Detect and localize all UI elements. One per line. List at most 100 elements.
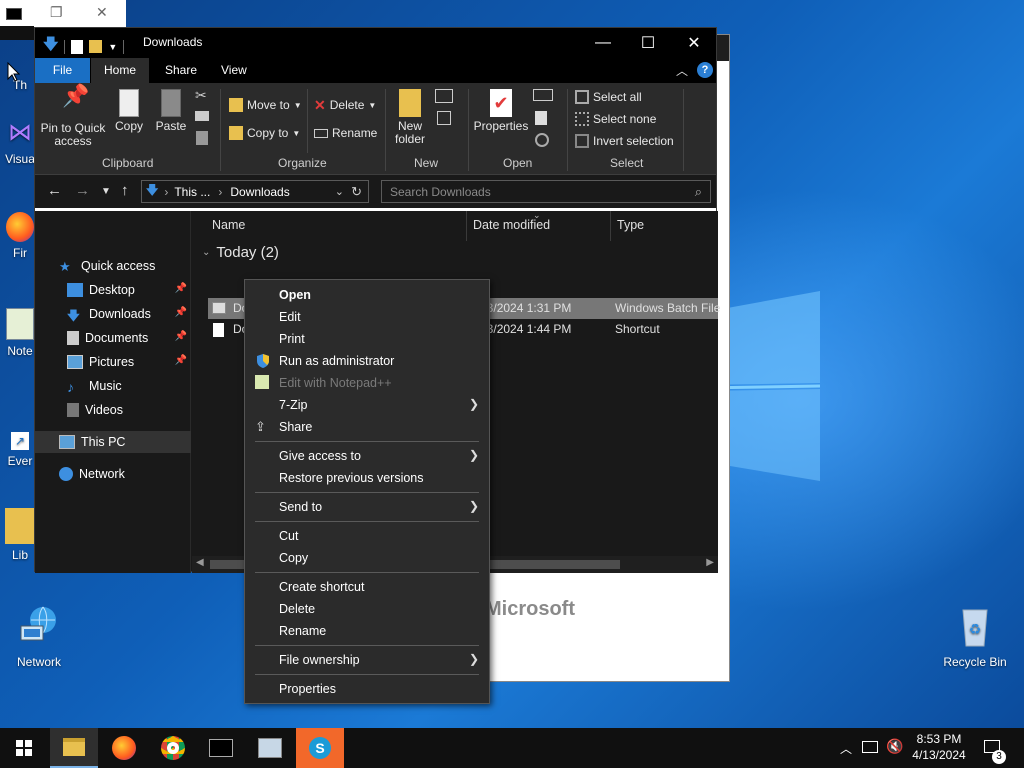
menu-item-give-access-to[interactable]: Give access to ❯ bbox=[245, 445, 489, 467]
qat-separator bbox=[64, 39, 66, 54]
select-none-button[interactable]: Select none bbox=[575, 109, 656, 129]
menu-item-rename[interactable]: Rename bbox=[245, 620, 489, 642]
copy-button[interactable]: Copy bbox=[111, 89, 147, 133]
menu-item-run-as-administrator[interactable]: Run as administrator bbox=[245, 350, 489, 372]
start-button[interactable] bbox=[0, 728, 48, 768]
new-folder-icon[interactable] bbox=[89, 40, 103, 53]
menu-item-properties[interactable]: Properties bbox=[245, 678, 489, 700]
paste-button[interactable]: Paste bbox=[153, 89, 189, 133]
restore-icon[interactable]: ❐ bbox=[50, 4, 63, 21]
copy-to-button[interactable]: Copy to ▼ bbox=[229, 123, 300, 143]
action-center-button[interactable]: 3 bbox=[980, 728, 1024, 768]
nav-desktop[interactable]: Desktop 📌 bbox=[35, 279, 191, 301]
menu-item-edit[interactable]: Edit bbox=[245, 306, 489, 328]
tab-view[interactable]: View bbox=[209, 58, 259, 83]
properties-button[interactable]: ✔ Properties bbox=[473, 89, 529, 133]
menu-item-print[interactable]: Print bbox=[245, 328, 489, 350]
collapse-ribbon-icon[interactable]: ︿ bbox=[676, 62, 688, 79]
pin-to-quick-access-button[interactable]: 📌 Pin to Quick access bbox=[39, 85, 107, 148]
back-arrow-icon[interactable]: ← bbox=[47, 182, 62, 199]
close-icon[interactable]: ✕ bbox=[96, 4, 108, 21]
group-header-today[interactable]: ⌄ Today (2) bbox=[202, 244, 279, 261]
new-folder-button[interactable]: New folder bbox=[391, 89, 429, 146]
nav-downloads[interactable]: 🡇 Downloads 📌 bbox=[35, 303, 191, 325]
network-tray-icon[interactable] bbox=[862, 741, 878, 753]
help-icon[interactable]: ? bbox=[697, 62, 713, 78]
properties-check-icon[interactable] bbox=[71, 39, 84, 54]
desktop-icon-recycle-bin[interactable]: ♻ Recycle Bin bbox=[940, 604, 1010, 669]
show-hidden-icons-chevron-icon[interactable]: ︿ bbox=[840, 740, 852, 757]
menu-item-cut[interactable]: Cut bbox=[245, 525, 489, 547]
copy-path-icon[interactable] bbox=[195, 111, 209, 121]
up-arrow-icon[interactable]: ↑ bbox=[121, 182, 129, 199]
nav-network[interactable]: Network bbox=[35, 463, 191, 485]
nav-music[interactable]: ♪ Music bbox=[35, 375, 191, 397]
nav-this-pc[interactable]: This PC bbox=[35, 431, 191, 453]
delete-button[interactable]: ✕ Delete ▼ bbox=[314, 95, 376, 115]
paste-shortcut-icon[interactable] bbox=[196, 131, 208, 145]
forward-arrow-icon[interactable]: → bbox=[75, 182, 90, 199]
breadcrumb-downloads[interactable]: Downloads bbox=[230, 185, 289, 199]
edit-icon[interactable] bbox=[535, 111, 547, 125]
menu-item-edit-with-notepad-plus-plus[interactable]: Edit with Notepad++ bbox=[245, 372, 489, 394]
nav-videos[interactable]: Videos bbox=[35, 399, 191, 421]
menu-item-7-zip[interactable]: 7-Zip ❯ bbox=[245, 394, 489, 416]
tab-home[interactable]: Home bbox=[91, 58, 149, 83]
ribbon-separator-organize bbox=[307, 89, 308, 153]
taskbar-command-prompt[interactable] bbox=[197, 728, 245, 768]
address-dropdown-icon[interactable]: ⌄ bbox=[335, 185, 344, 198]
scroll-left-icon[interactable]: ◀ bbox=[196, 557, 204, 568]
history-icon[interactable] bbox=[535, 133, 549, 147]
menu-item-create-shortcut[interactable]: Create shortcut bbox=[245, 576, 489, 598]
menu-item-share[interactable]: ⇪ Share bbox=[245, 416, 489, 438]
select-all-button[interactable]: Select all bbox=[575, 87, 642, 107]
refresh-icon[interactable]: ↻ bbox=[351, 184, 362, 200]
taskbar-firefox[interactable] bbox=[100, 728, 148, 768]
close-button[interactable]: ✕ bbox=[671, 28, 717, 58]
minimize-button[interactable]: — bbox=[580, 28, 626, 58]
chevron-down-icon: ⌄ bbox=[202, 247, 211, 258]
file-explorer-icon bbox=[63, 738, 85, 756]
move-to-button[interactable]: Move to ▼ bbox=[229, 95, 302, 115]
desktop-icon-network[interactable]: Network bbox=[4, 604, 74, 669]
menu-item-file-ownership[interactable]: File ownership ❯ bbox=[245, 649, 489, 671]
pin-icon: 📌 bbox=[174, 331, 187, 342]
search-input[interactable]: Search Downloads ⌕ bbox=[381, 180, 711, 203]
tab-share[interactable]: Share bbox=[153, 58, 209, 83]
scroll-right-icon[interactable]: ▶ bbox=[706, 557, 714, 568]
menu-item-copy[interactable]: Copy bbox=[245, 547, 489, 569]
submenu-arrow-icon: ❯ bbox=[468, 448, 479, 462]
menu-item-restore-previous-versions[interactable]: Restore previous versions bbox=[245, 467, 489, 489]
menu-item-send-to[interactable]: Send to ❯ bbox=[245, 496, 489, 518]
column-header-type[interactable]: Type bbox=[611, 211, 718, 241]
nav-quick-access[interactable]: ★ Quick access bbox=[35, 255, 191, 277]
invert-selection-button[interactable]: Invert selection bbox=[575, 131, 674, 151]
taskbar-file-explorer[interactable] bbox=[50, 728, 98, 768]
title-bar[interactable]: 🡇 ▼ Downloads — ☐ ✕ bbox=[35, 28, 716, 58]
taskbar-app-s[interactable]: S bbox=[296, 728, 344, 768]
new-item-icon[interactable] bbox=[435, 89, 453, 103]
submenu-arrow-icon: ❯ bbox=[468, 499, 479, 513]
menu-item-open[interactable]: Open bbox=[245, 284, 489, 306]
menu-item-delete[interactable]: Delete bbox=[245, 598, 489, 620]
taskbar-clock[interactable]: 8:53 PM 4/13/2024 bbox=[900, 731, 978, 763]
nav-documents[interactable]: Documents 📌 bbox=[35, 327, 191, 349]
breadcrumb-this-pc[interactable]: This ... bbox=[174, 185, 210, 199]
maximize-button[interactable]: ☐ bbox=[625, 28, 671, 58]
taskbar-control-panel[interactable] bbox=[246, 728, 294, 768]
nav-pictures[interactable]: Pictures 📌 bbox=[35, 351, 191, 373]
open-dropdown-icon[interactable] bbox=[533, 89, 553, 101]
address-box[interactable]: 🡇 › This ... › Downloads ⌄ ↻ bbox=[141, 180, 369, 203]
submenu-arrow-icon: ❯ bbox=[468, 397, 479, 411]
cut-icon[interactable]: ✂ bbox=[195, 87, 207, 104]
column-header-name[interactable]: Name bbox=[206, 211, 467, 241]
easy-access-icon[interactable] bbox=[437, 111, 451, 125]
qat-dropdown-icon[interactable]: ▼ bbox=[108, 42, 117, 52]
firefox-shortcut-icon bbox=[6, 212, 34, 242]
notepad-plus-plus-icon bbox=[255, 375, 269, 389]
downloads-arrow-icon: 🡇 bbox=[43, 36, 59, 53]
rename-button[interactable]: Rename bbox=[314, 123, 377, 143]
tab-file[interactable]: File bbox=[35, 58, 90, 83]
taskbar-chrome[interactable] bbox=[149, 728, 197, 768]
recent-locations-chevron-icon[interactable]: ▼ bbox=[101, 186, 111, 197]
